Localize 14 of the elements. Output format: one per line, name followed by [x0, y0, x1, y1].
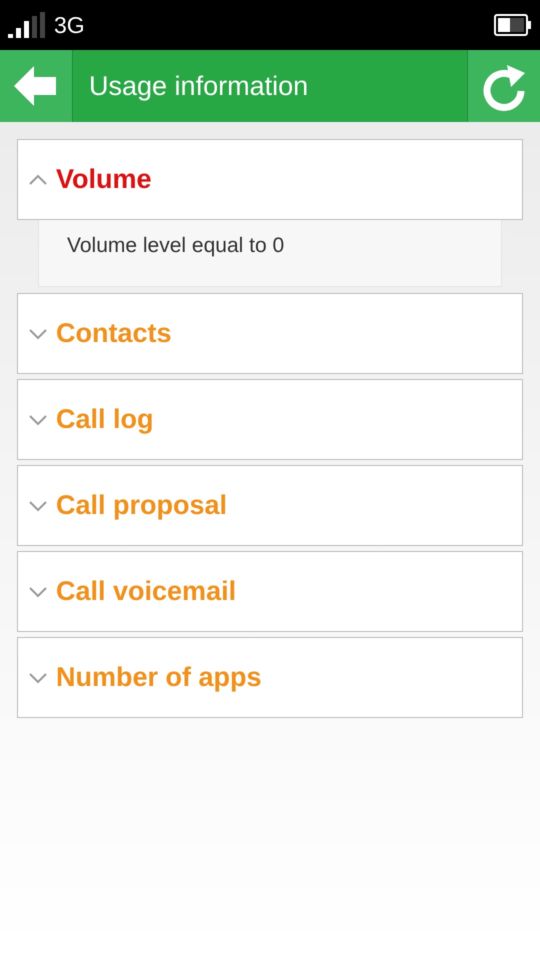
network-type: 3G — [54, 10, 85, 40]
section-content: Volume level equal to 0 — [38, 220, 502, 287]
signal-icon — [8, 12, 46, 38]
back-button[interactable] — [0, 50, 72, 122]
battery-icon — [494, 14, 532, 36]
section-header[interactable]: Call proposal — [17, 465, 523, 546]
section-header[interactable]: Volume — [17, 139, 523, 220]
screen-title: Usage information — [88, 70, 308, 103]
section-header[interactable]: Call voicemail — [17, 551, 523, 632]
section-header[interactable]: Number of apps — [17, 637, 523, 718]
back-arrow-icon — [14, 66, 58, 106]
refresh-button[interactable] — [468, 50, 540, 122]
section-header[interactable]: Contacts — [17, 293, 523, 374]
section-header[interactable]: Call log — [17, 379, 523, 460]
